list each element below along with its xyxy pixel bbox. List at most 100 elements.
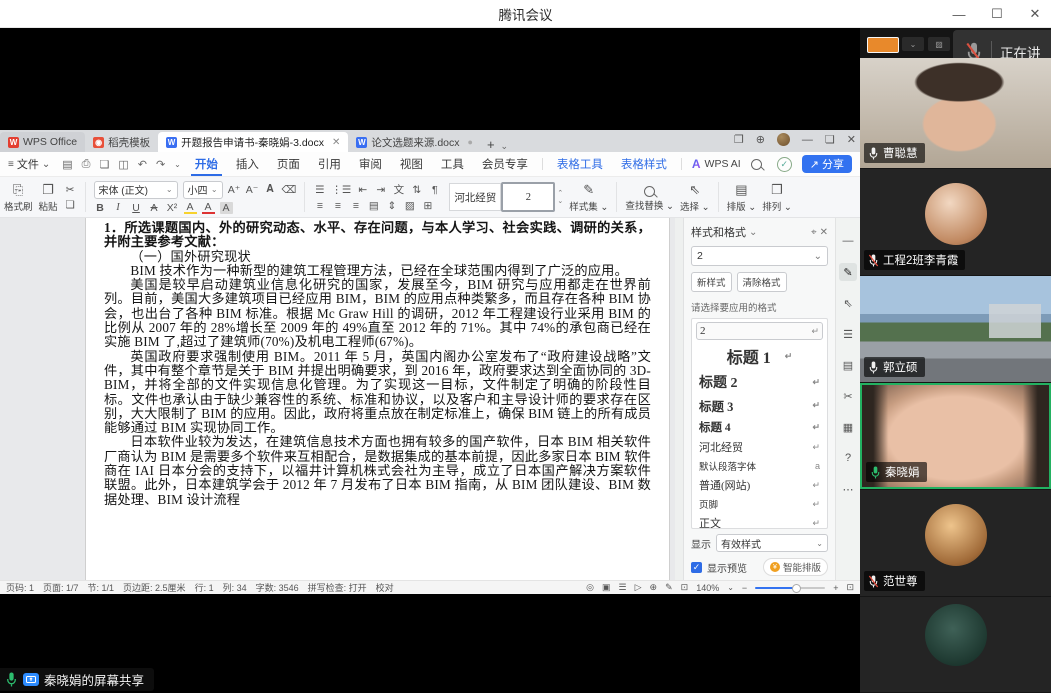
more-icon[interactable]: ⋯ [839,480,857,498]
show-filter-select[interactable]: 有效样式⌄ [716,534,828,552]
wps-minimize-icon[interactable]: — [802,134,813,146]
edit-mode-icon[interactable]: ✎ [665,582,673,593]
asian-layout-icon[interactable]: 文 [392,182,405,197]
style-item[interactable]: 普通(网站) ↵ [696,475,823,495]
arrange-button[interactable]: ❒ 排列 ⌄ [762,179,792,215]
maximize-icon[interactable]: ☐ [989,6,1005,22]
new-tab-button[interactable]: + [481,137,501,152]
zoom-in-button[interactable]: + [833,583,838,593]
gallery-down-icon[interactable]: ⌄ [557,198,563,205]
outline-view-icon[interactable]: ☰ [619,582,627,593]
zoom-out-button[interactable]: − [742,583,747,593]
style-item[interactable]: 河北经贸 ↵ [696,437,823,457]
close-icon[interactable]: ✕ [1027,6,1043,22]
tab-review[interactable]: 审阅 [355,153,386,175]
print-icon[interactable]: ❏ [99,158,109,171]
wps-home-tab[interactable]: W WPS Office [0,132,85,152]
style-item-selected[interactable]: 2 ↵ [696,322,823,340]
layout-toggle-button[interactable] [867,37,899,53]
numbering-icon[interactable]: ⋮☰ [331,184,351,196]
line-spacing-icon[interactable]: ⇕ [385,200,398,212]
align-right-icon[interactable]: ≡ [349,200,362,212]
view-options-button[interactable]: ▨ [928,37,950,51]
doc-tab-2[interactable]: W 论文选题来源.docx ● [348,132,481,152]
screen-share-banner[interactable]: 秦晓娟的屏幕共享 [0,668,154,691]
typeset-button[interactable]: ▤ 排版 ⌄ [727,179,757,215]
copy-icon[interactable]: ❏ [64,199,77,211]
bullets-icon[interactable]: ☰ [313,184,326,196]
increase-font-icon[interactable]: A⁺ [228,184,241,196]
paste-button[interactable]: ❐ 粘贴 [39,179,58,215]
tab-page[interactable]: 页面 [273,153,304,175]
select-button[interactable]: ⇖ 选择 ⌄ [680,179,710,215]
document-page[interactable]: 1．所选课题国内、外的研究动态、水平、存在问题，与本人学习、社会实践、调研的关系… [85,218,670,580]
vertical-scrollbar[interactable] [675,218,683,580]
char-shading-icon[interactable]: A [220,202,233,214]
file-menu[interactable]: ≡ 文件 ⌄ [8,156,50,172]
indent-icon[interactable]: ⇥ [374,184,387,196]
doc-tab-active[interactable]: W 开题报告申请书-秦晓娟-3.docx ✕ [158,132,348,152]
decrease-font-icon[interactable]: A⁻ [246,184,259,196]
style-set-button[interactable]: ✎ 样式集 ⌄ [569,179,608,215]
tab-close-icon[interactable]: ✕ [332,137,340,148]
justify-icon[interactable]: ▤ [367,200,380,212]
outdent-icon[interactable]: ⇤ [356,184,369,196]
font-color-icon[interactable]: A [202,202,215,214]
chevron-down-icon[interactable]: ⌄ [749,227,757,238]
style-gallery-item[interactable]: 河北经贸 [449,183,501,211]
tab-table-tools[interactable]: 表格工具 [553,153,607,175]
tab-reference[interactable]: 引用 [314,153,345,175]
status-proofread[interactable]: 校对 [376,581,394,594]
gallery-up-icon[interactable]: ⌃ [557,190,563,197]
fields-icon[interactable]: ▤ [839,356,857,374]
extract-icon[interactable]: ✂ [839,387,857,405]
style-item[interactable]: 标题 3 ↵ [696,394,823,417]
current-style-select[interactable]: 2 ⌄ [691,246,828,266]
style-item[interactable]: 默认段落字体 a [696,457,823,475]
export-icon[interactable]: ⎙ [82,158,91,171]
status-spellcheck[interactable]: 拼写检查: 打开 [308,581,367,594]
wps-ai-button[interactable]: A WPS AI [692,157,741,171]
cut-icon[interactable]: ✂ [64,184,77,196]
preview-checkbox[interactable]: ✓ [691,562,702,573]
tab-view[interactable]: 视图 [396,153,427,175]
font-size-select[interactable]: 小四⌄ [183,181,223,199]
account-avatar[interactable] [777,133,790,146]
search-icon[interactable] [751,159,762,170]
style-item[interactable]: 页脚 ↵ [696,495,823,513]
redo-icon[interactable]: ↷ [156,158,165,171]
status-wordcount[interactable]: 字数: 3546 [256,581,299,594]
panel-close-icon[interactable]: ✕ [820,227,828,238]
borders-icon[interactable]: ⊞ [421,200,434,212]
share-button[interactable]: ↗ 分享 [802,155,852,173]
chevron-down-icon[interactable]: ⌄ [727,583,734,592]
bold-icon[interactable]: B [94,202,107,214]
web-view-icon[interactable]: ⊕ [650,582,658,593]
tab-home[interactable]: 开始 [191,153,222,176]
minimize-icon[interactable]: — [951,7,967,22]
align-left-icon[interactable]: ≡ [313,200,326,212]
shading-icon[interactable]: ▨ [403,200,416,212]
video-tile[interactable]: 工程2班李青霞 [860,169,1051,275]
style-item[interactable]: 正文 ↵ [696,513,823,529]
save-icon[interactable]: ▤ [62,158,72,171]
new-style-button[interactable]: 新样式 [691,272,732,292]
video-tile[interactable]: 郭立硕 [860,276,1051,382]
tab-tools[interactable]: 工具 [437,153,468,175]
text-effects-icon[interactable]: 𝐀 [264,183,277,196]
style-item[interactable]: 标题 4 ↵ [696,417,823,437]
video-tile-speaking[interactable]: 秦晓娟 [860,383,1051,489]
superscript-icon[interactable]: X² [166,202,179,214]
read-mode-icon[interactable]: ▷ [635,582,642,593]
focus-mode-icon[interactable]: ⊡ [681,582,689,593]
style-item[interactable]: 标题 2 ↵ [696,370,823,394]
pin-icon[interactable]: ⌖ [811,227,817,238]
highlight-icon[interactable]: A [184,202,197,214]
chevron-down-icon[interactable]: ⌄ [174,160,181,169]
preview-icon[interactable]: ◫ [118,158,128,171]
clear-format-icon[interactable]: ⌫ [282,184,297,196]
skin-icon[interactable]: ▦ [839,418,857,436]
italic-icon[interactable]: I [112,202,125,213]
eye-protect-icon[interactable]: ◎ [586,582,594,593]
edit-pen-icon[interactable]: ✎ [839,263,857,281]
